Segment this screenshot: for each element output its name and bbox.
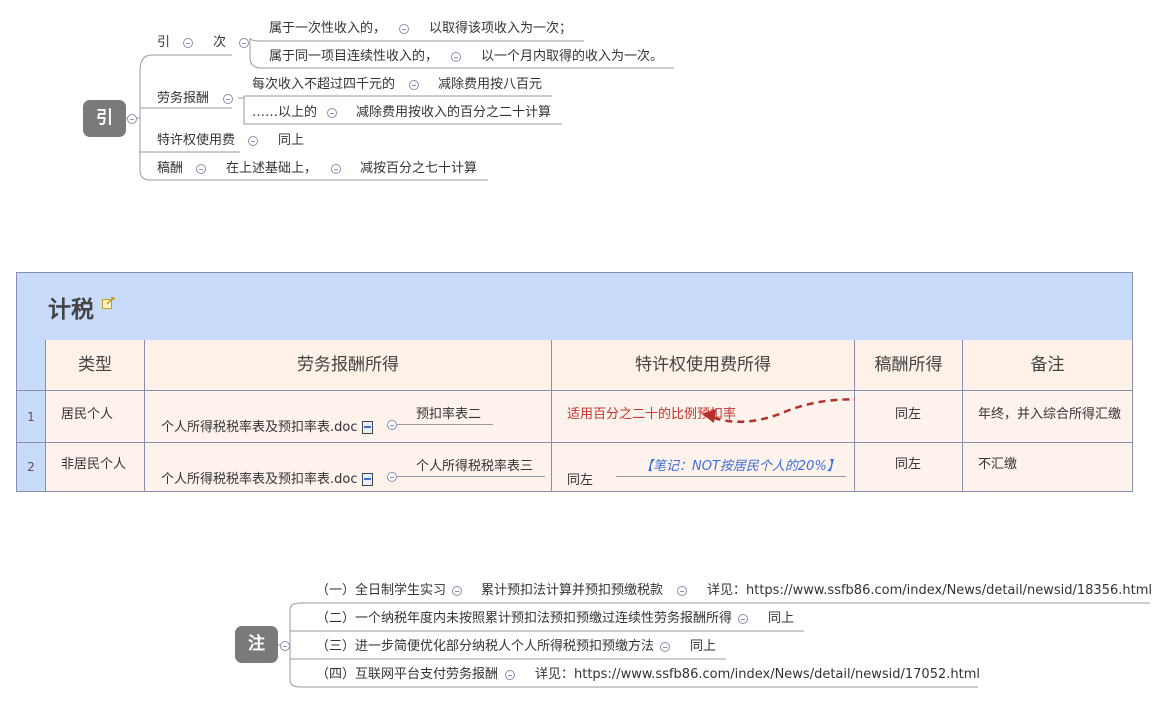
collapse-icon[interactable] — [196, 164, 206, 174]
table-row-1: 居民个人 — [46, 391, 145, 443]
topic-labor-1-value[interactable]: 减除费用按八百元 — [438, 77, 542, 93]
file-icon[interactable] — [361, 421, 373, 434]
topic-royalty-value[interactable]: 同上 — [278, 133, 304, 149]
collapse-icon[interactable] — [327, 108, 337, 118]
manuscript-value[interactable]: 同左 — [895, 403, 921, 422]
branch-manuscript[interactable]: 稿酬 — [157, 161, 183, 177]
topic-manuscript-value[interactable]: 减按百分之七十计算 — [360, 161, 477, 177]
root-node-yin[interactable]: 引 — [83, 100, 126, 137]
attachment-filename: 个人所得税税率表及预扣率表.doc — [161, 420, 358, 435]
royalty-cell: 同左 【笔记：NOT按居民个人的20%】 — [552, 443, 855, 491]
note-item-2-value[interactable]: 同上 — [768, 611, 794, 627]
remark-cell: 不汇缴 — [963, 443, 1132, 491]
tax-table-title[interactable]: 计税 — [48, 290, 94, 324]
collapse-icon[interactable] — [127, 114, 137, 124]
collapse-icon[interactable] — [183, 38, 193, 48]
collapse-icon[interactable] — [452, 586, 462, 596]
collapse-icon[interactable] — [677, 586, 687, 596]
collapse-icon[interactable] — [387, 472, 397, 482]
remark-cell: 年终，并入综合所得汇缴 — [963, 391, 1132, 443]
manuscript-value[interactable]: 同左 — [895, 453, 921, 472]
collapse-icon[interactable] — [248, 136, 258, 146]
note-item-1-label[interactable]: （一）全日制学生实习 — [316, 583, 446, 599]
note-item-1-mid[interactable]: 累计预扣法计算并预扣预缴税款 — [481, 583, 663, 599]
collapse-icon[interactable] — [738, 614, 748, 624]
collapse-icon[interactable] — [505, 670, 515, 680]
note-item-4-value[interactable]: 详见：https://www.ssfb86.com/index/News/det… — [535, 667, 980, 683]
manuscript-cell: 同左 — [855, 443, 963, 491]
labor-value[interactable]: 预扣率表二 — [416, 403, 481, 422]
file-icon[interactable] — [361, 473, 373, 486]
row-index: 2 — [17, 443, 46, 491]
labor-value[interactable]: 个人所得税税率表三 — [416, 455, 533, 474]
note-item-3-value[interactable]: 同上 — [690, 639, 716, 655]
remark-value[interactable]: 年终，并入综合所得汇缴 — [978, 403, 1121, 422]
collapse-icon[interactable] — [660, 642, 670, 652]
edit-icon[interactable] — [102, 296, 115, 309]
remark-value[interactable]: 不汇缴 — [978, 453, 1017, 472]
collapse-icon[interactable] — [399, 24, 409, 34]
column-header-royalty: 特许权使用费所得 — [552, 340, 855, 391]
labor-cell: 个人所得税税率表及预扣率表.doc 个人所得税税率表三 — [145, 443, 552, 491]
column-header-manuscript: 稿酬所得 — [855, 340, 963, 391]
branch-ci[interactable]: 次 — [213, 35, 226, 51]
topic-yin-1-value[interactable]: 以取得该项收入为一次； — [429, 21, 572, 37]
manuscript-cell: 同左 — [855, 391, 963, 443]
topic-yin-2-value[interactable]: 以一个月内取得的收入为一次。 — [481, 49, 663, 65]
branch-labor[interactable]: 劳务报酬 — [157, 91, 209, 107]
topic-manuscript-mid[interactable]: 在上述基础上， — [226, 161, 317, 177]
collapse-icon[interactable] — [409, 80, 419, 90]
note-item-2-label[interactable]: （二）一个纳税年度内未按照累计预扣法预扣预缴过连续性劳务报酬所得 — [316, 611, 732, 627]
column-header-labor: 劳务报酬所得 — [145, 340, 552, 391]
note-item-1-value[interactable]: 详见：https://www.ssfb86.com/index/News/det… — [707, 583, 1152, 599]
column-header-type: 类型 — [46, 340, 145, 391]
topic-labor-2-value[interactable]: 减除费用按收入的百分之二十计算 — [356, 105, 551, 121]
column-header-remark: 备注 — [963, 340, 1132, 391]
type-cell[interactable]: 居民个人 — [61, 403, 113, 422]
row-index: 1 — [17, 391, 46, 443]
table-corner — [17, 340, 46, 391]
attachment-link[interactable]: 个人所得税税率表及预扣率表.doc — [161, 416, 373, 435]
royalty-value[interactable]: 同左 — [567, 469, 593, 488]
collapse-icon[interactable] — [239, 38, 249, 48]
connector-line — [397, 476, 545, 477]
attachment-filename: 个人所得税税率表及预扣率表.doc — [161, 472, 358, 487]
tax-table: 计税 类型 劳务报酬所得 特许权使用费所得 稿酬所得 备注 1 居民个人 个人所… — [16, 272, 1133, 492]
topic-yin-1-label[interactable]: 属于一次性收入的， — [269, 21, 386, 37]
collapse-icon[interactable] — [331, 164, 341, 174]
collapse-icon[interactable] — [223, 94, 233, 104]
labor-cell: 个人所得税税率表及预扣率表.doc 预扣率表二 — [145, 391, 552, 443]
type-cell[interactable]: 非居民个人 — [61, 453, 126, 472]
branch-royalty[interactable]: 特许权使用费 — [157, 133, 235, 149]
connector-line — [616, 476, 846, 477]
note-item-4-label[interactable]: （四）互联网平台支付劳务报酬 — [316, 667, 498, 683]
tax-table-header: 计税 — [17, 273, 1132, 341]
royalty-cell: 适用百分之二十的比例预扣率 — [552, 391, 886, 443]
root-node-zhu[interactable]: 注 — [235, 626, 278, 663]
branch-yin[interactable]: 引 — [157, 35, 170, 51]
topic-yin-2-label[interactable]: 属于同一项目连续性收入的， — [269, 49, 438, 65]
topic-labor-1-label[interactable]: 每次收入不超过四千元的 — [252, 77, 395, 93]
collapse-icon[interactable] — [280, 641, 290, 651]
note-item-3-label[interactable]: （三）进一步简便优化部分纳税人个人所得税预扣预缴方法 — [316, 639, 654, 655]
topic-labor-2-label[interactable]: ……以上的 — [252, 105, 317, 121]
collapse-icon[interactable] — [451, 52, 461, 62]
note-text[interactable]: 【笔记：NOT按居民个人的20%】 — [640, 455, 840, 474]
table-row-2: 非居民个人 — [46, 443, 145, 491]
attachment-link[interactable]: 个人所得税税率表及预扣率表.doc — [161, 468, 373, 487]
collapse-icon[interactable] — [387, 420, 397, 430]
connector-line — [397, 424, 493, 425]
